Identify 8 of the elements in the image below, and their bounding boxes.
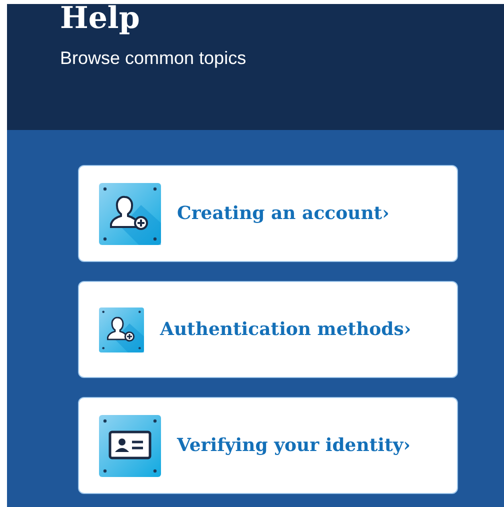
page-subtitle: Browse common topics bbox=[60, 48, 248, 69]
topic-card[interactable]: Verifying your identity› bbox=[78, 397, 458, 494]
topic-card[interactable]: Authentication methods› bbox=[78, 281, 458, 378]
topic-label: Creating an account› bbox=[177, 203, 390, 224]
topic-label: Authentication methods› bbox=[160, 319, 412, 340]
page-title: Help bbox=[60, 4, 141, 34]
topic-label: Verifying your identity› bbox=[177, 435, 410, 456]
topic-card[interactable]: Creating an account› bbox=[78, 165, 458, 262]
